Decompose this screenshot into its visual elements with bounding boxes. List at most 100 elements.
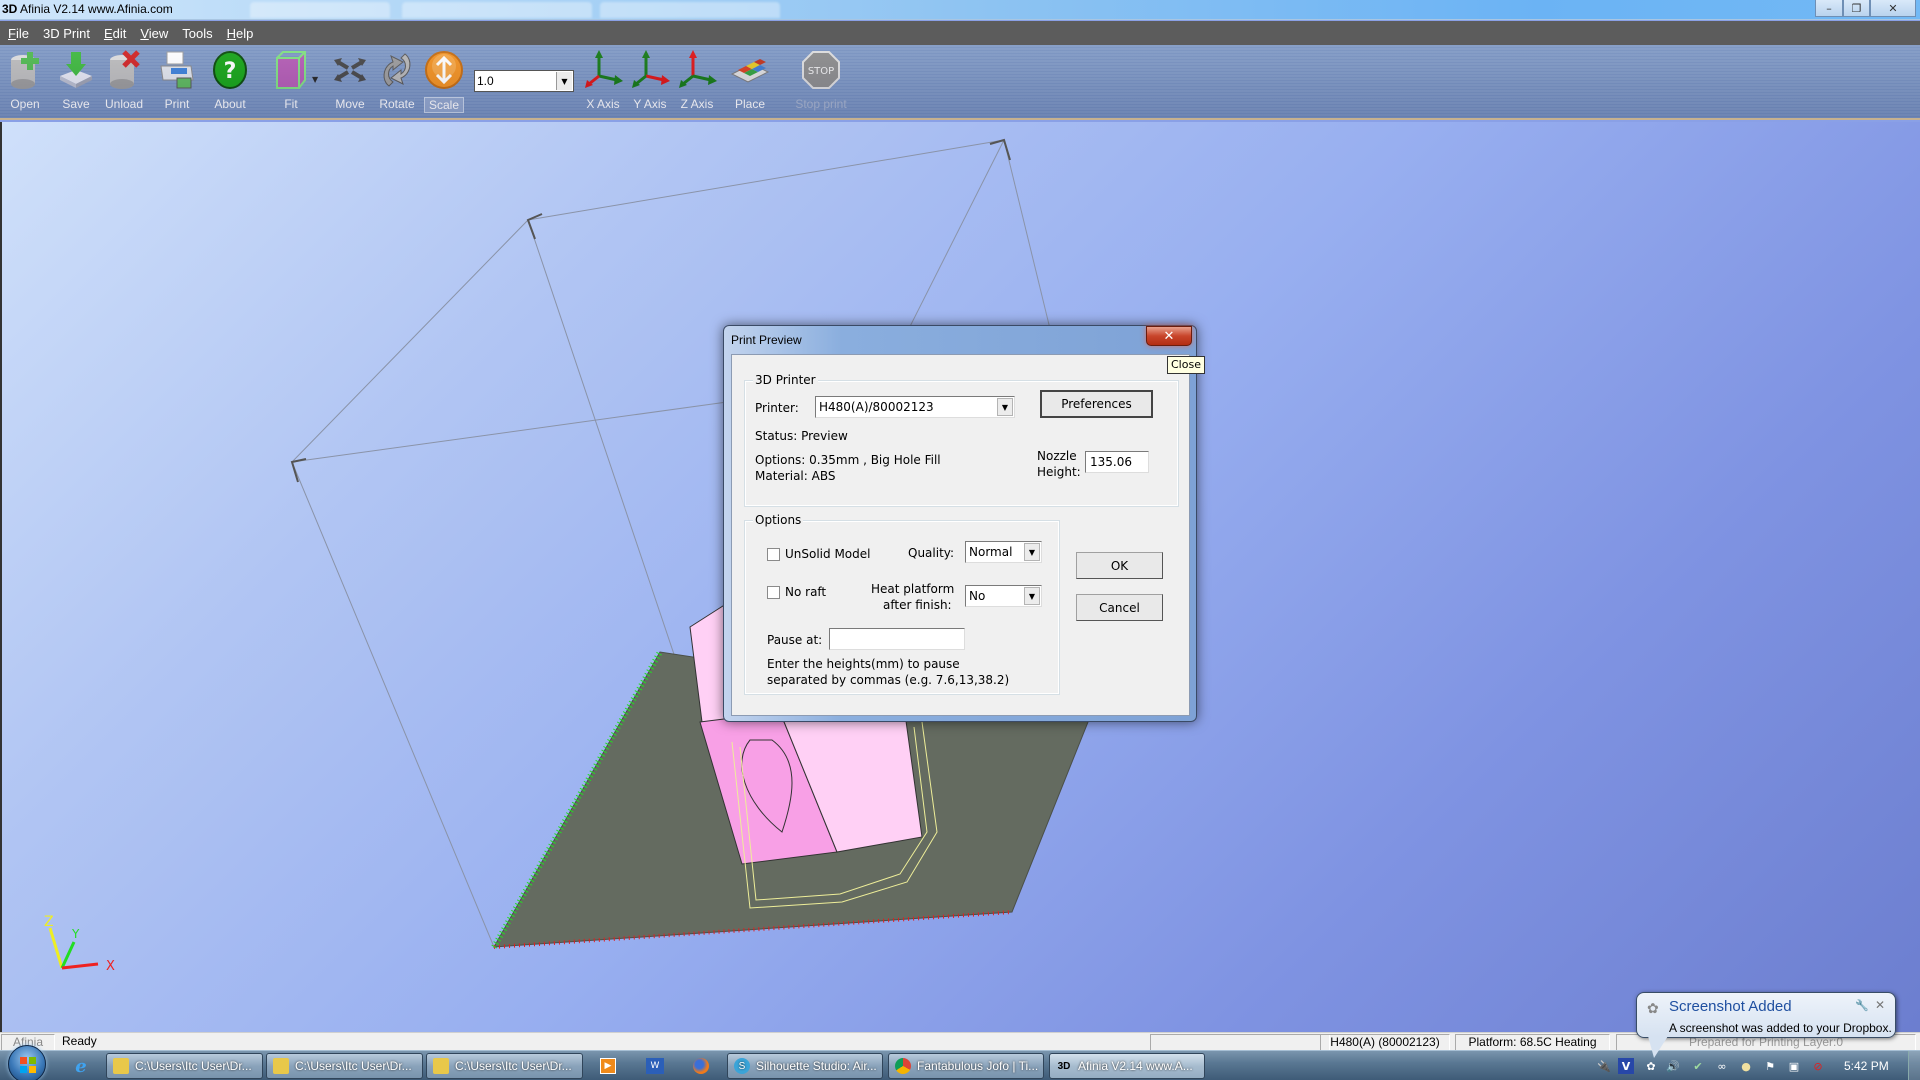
menu-3d-print[interactable]: 3D Print — [43, 26, 90, 41]
taskbar-item[interactable]: C:\Users\Itc User\Dr... — [266, 1053, 423, 1079]
taskbar-item[interactable]: C:\Users\Itc User\Dr... — [426, 1053, 583, 1079]
rotate-icon — [376, 49, 418, 91]
help-icon: ? — [209, 49, 251, 91]
fit-button[interactable]: Fit — [266, 49, 316, 117]
chevron-down-icon[interactable]: ▼ — [556, 72, 572, 90]
taskbar-item[interactable]: Fantabulous Jofo | Ti... — [888, 1053, 1044, 1079]
clock[interactable]: 5:42 PM — [1844, 1059, 1889, 1073]
network-status-icon[interactable]: ● — [1738, 1058, 1754, 1074]
folder-icon — [433, 1058, 449, 1074]
material-text: Material: ABS — [755, 469, 836, 483]
printer-tray-icon[interactable]: ✔ — [1690, 1058, 1706, 1074]
minimize-button[interactable]: – — [1815, 0, 1843, 17]
taskbar-item-active[interactable]: 3D Afinia V2.14 www.A... — [1049, 1053, 1205, 1079]
chevron-down-icon[interactable]: ▼ — [997, 398, 1013, 416]
mcafee-tray-icon[interactable]: V — [1618, 1058, 1634, 1074]
menu-view[interactable]: View — [140, 26, 168, 41]
window-titlebar: 3D Afinia V2.14 www.Afinia.com – ❐ ✕ — [0, 0, 1920, 20]
after-finish-label: after finish: — [883, 598, 952, 612]
action-center-flag-icon[interactable]: ⚑ — [1762, 1058, 1778, 1074]
start-button[interactable] — [8, 1045, 46, 1080]
y-axis-icon — [629, 49, 671, 91]
show-desktop-button[interactable] — [1908, 1051, 1920, 1080]
close-icon: ✕ — [1163, 328, 1175, 344]
pinned-media-player[interactable]: ▶ — [597, 1055, 619, 1077]
wrench-icon[interactable]: 🔧 — [1855, 999, 1869, 1012]
notification-close-icon[interactable]: ✕ — [1875, 998, 1885, 1012]
pinned-ie[interactable]: e — [70, 1055, 92, 1077]
svg-text:STOP: STOP — [808, 66, 834, 77]
background-tab — [600, 2, 780, 18]
y-axis-button[interactable]: Y Axis — [625, 49, 675, 117]
save-button[interactable]: Save — [51, 49, 101, 117]
close-tooltip: Close — [1167, 356, 1205, 374]
printer-groupbox: 3D Printer Printer: H480(A)/80002123 ▼ P… — [744, 373, 1179, 507]
ok-button[interactable]: OK — [1076, 552, 1163, 579]
toolbar: Open Save Unload Print ? About Fit ▼ Mov… — [0, 45, 1920, 120]
window-close-button[interactable]: ✕ — [1870, 0, 1916, 17]
sound-mute-icon[interactable]: ⊘ — [1810, 1058, 1826, 1074]
dropbox-tray-icon[interactable]: ✿ — [1643, 1058, 1659, 1074]
z-axis-button[interactable]: Z Axis — [672, 49, 722, 117]
heat-platform-select[interactable]: No ▼ — [965, 585, 1042, 607]
unsolid-model-label[interactable]: UnSolid Model — [785, 546, 870, 562]
quality-select[interactable]: Normal ▼ — [965, 541, 1042, 563]
stop-print-button[interactable]: STOP Stop print — [786, 49, 856, 117]
pinned-firefox[interactable] — [690, 1055, 712, 1077]
z-axis-icon — [676, 49, 718, 91]
printer-icon — [156, 49, 198, 91]
no-raft-checkbox[interactable] — [767, 586, 780, 599]
x-axis-button[interactable]: X Axis — [578, 49, 628, 117]
pause-at-input[interactable] — [829, 628, 965, 650]
printer-group-legend: 3D Printer — [753, 373, 818, 387]
volume-icon[interactable]: 🔊 — [1665, 1058, 1681, 1074]
fit-box-icon — [270, 49, 312, 91]
usb-tray-icon[interactable]: 🔌 — [1596, 1058, 1612, 1074]
status-printer: H480(A) (80002123) — [1320, 1034, 1450, 1050]
taskbar-item[interactable]: C:\Users\Itc User\Dr... — [106, 1053, 263, 1079]
chevron-down-icon[interactable]: ▼ — [1024, 587, 1040, 605]
cancel-button[interactable]: Cancel — [1076, 594, 1163, 621]
place-icon — [729, 49, 771, 91]
pause-at-label: Pause at: — [767, 633, 823, 647]
scale-factor-combo[interactable]: ▼ — [474, 70, 574, 92]
scale-button[interactable]: Scale — [419, 49, 469, 117]
menu-file[interactable]: File — [8, 26, 29, 41]
menu-edit[interactable]: Edit — [104, 26, 126, 41]
open-icon — [4, 49, 46, 91]
gizmo-x-label: X — [106, 959, 115, 974]
menu-help[interactable]: Help — [227, 26, 254, 41]
about-button[interactable]: ? About — [205, 49, 255, 117]
place-button[interactable]: Place — [725, 49, 775, 117]
notification-title: Screenshot Added — [1669, 998, 1792, 1015]
dropbox-notification[interactable]: ✿ Screenshot Added A screenshot was adde… — [1636, 992, 1896, 1038]
chevron-down-icon[interactable]: ▼ — [1024, 543, 1040, 561]
printer-select[interactable]: H480(A)/80002123 ▼ — [815, 396, 1015, 418]
creative-cloud-icon[interactable]: ∞ — [1714, 1058, 1730, 1074]
pinned-word[interactable]: W — [644, 1055, 666, 1077]
status-bar: Afinia 3D Ready H480(A) (80002123) Platf… — [0, 1032, 1920, 1064]
move-button[interactable]: Move — [325, 49, 375, 117]
stop-icon: STOP — [800, 49, 842, 91]
pause-hint-line-1: Enter the heights(mm) to pause — [767, 657, 960, 671]
open-button[interactable]: Open — [0, 49, 50, 117]
preferences-button[interactable]: Preferences — [1040, 390, 1153, 418]
ie-icon: e — [75, 1055, 87, 1077]
fit-dropdown-icon[interactable]: ▼ — [312, 75, 318, 84]
unsolid-model-checkbox[interactable] — [767, 548, 780, 561]
silhouette-icon: S — [734, 1058, 750, 1074]
restore-button[interactable]: ❐ — [1843, 0, 1870, 17]
print-button[interactable]: Print — [152, 49, 202, 117]
unload-icon — [103, 49, 145, 91]
menu-tools[interactable]: Tools — [182, 26, 212, 41]
scale-factor-input[interactable] — [477, 73, 555, 89]
network-icon[interactable]: ▣ — [1786, 1058, 1802, 1074]
restore-icon: ❐ — [1851, 1, 1862, 15]
no-raft-label[interactable]: No raft — [785, 584, 826, 600]
unload-button[interactable]: Unload — [99, 49, 149, 117]
rotate-button[interactable]: Rotate — [372, 49, 422, 117]
dialog-close-button[interactable]: ✕ — [1146, 326, 1192, 346]
minimize-icon: – — [1826, 1, 1832, 15]
taskbar-item[interactable]: S Silhouette Studio: Air... — [727, 1053, 883, 1079]
nozzle-height-input[interactable] — [1085, 451, 1149, 473]
